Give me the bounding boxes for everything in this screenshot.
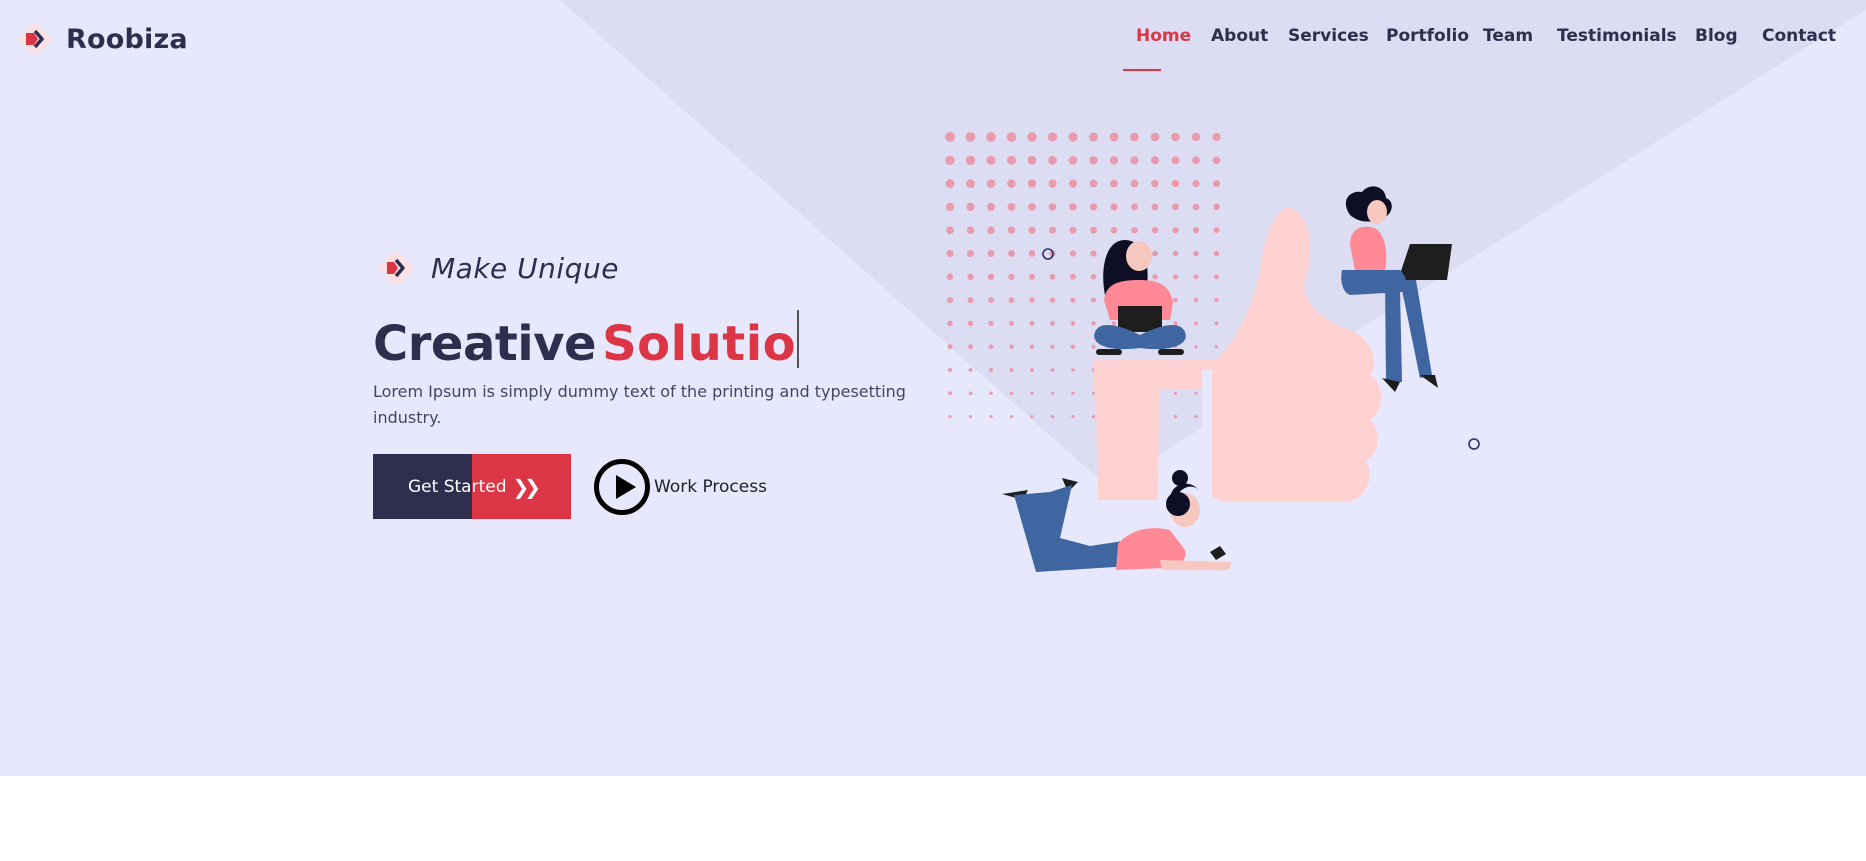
headline-typed: Solutio xyxy=(602,316,797,372)
main-nav: Home About Services Portfolio Team Testi… xyxy=(0,26,1866,50)
nav-active-indicator xyxy=(1123,69,1161,71)
get-started-button[interactable]: Get Started ❯❯ xyxy=(373,454,571,519)
nav-services[interactable]: Services xyxy=(1288,26,1369,46)
nav-portfolio[interactable]: Portfolio xyxy=(1386,26,1469,46)
nav-contact[interactable]: Contact xyxy=(1762,26,1836,46)
headline-main: Creative xyxy=(373,316,597,372)
nav-blog[interactable]: Blog xyxy=(1695,26,1738,46)
work-process-button[interactable]: Work Process xyxy=(594,459,767,515)
nav-testimonials[interactable]: Testimonials xyxy=(1557,26,1677,46)
typing-cursor xyxy=(797,310,800,368)
work-process-label: Work Process xyxy=(654,477,767,497)
nav-about[interactable]: About xyxy=(1211,26,1268,46)
hero-section: Roobiza Home About Services Portfolio Te… xyxy=(0,0,1866,776)
hero-tagline: Make Unique xyxy=(373,245,619,291)
tagline-text: Make Unique xyxy=(431,251,619,285)
woman-with-laptop-figure xyxy=(1094,240,1186,355)
play-circle-icon xyxy=(594,459,650,515)
hero-description: Lorem Ipsum is simply dummy text of the … xyxy=(373,382,906,427)
double-chevron-right-icon: ❯❯ xyxy=(512,474,540,499)
hero-headline: Creative Solutio xyxy=(373,302,800,372)
nav-team[interactable]: Team xyxy=(1483,26,1533,46)
nav-home[interactable]: Home xyxy=(1136,26,1191,46)
get-started-label: Get Started xyxy=(408,476,507,497)
diamond-arrow-icon xyxy=(373,245,419,291)
decor-circle xyxy=(1468,438,1480,450)
thumbs-up-team-illustration xyxy=(945,132,1480,572)
